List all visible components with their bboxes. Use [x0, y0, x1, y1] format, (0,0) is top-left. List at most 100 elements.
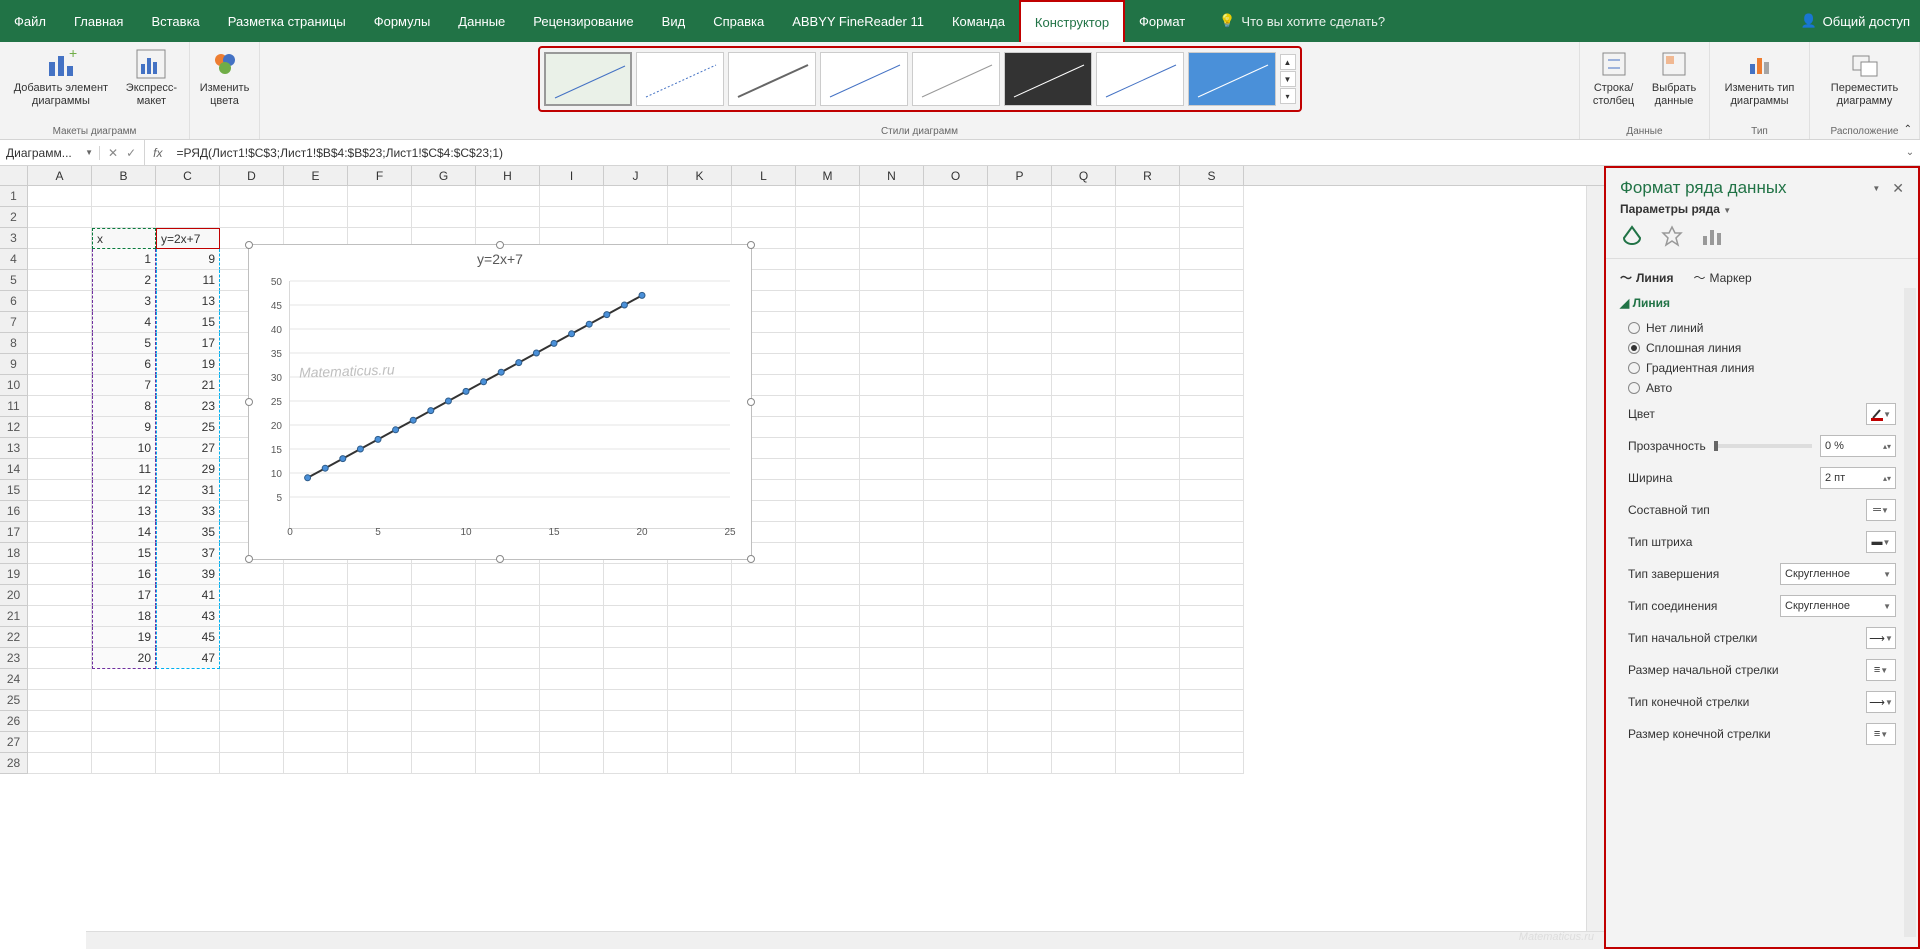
style-thumb-5[interactable]	[912, 52, 1000, 106]
collapse-ribbon-button[interactable]: ⌃	[1904, 124, 1912, 135]
cell[interactable]	[796, 417, 860, 438]
cell[interactable]	[924, 270, 988, 291]
cell[interactable]	[540, 186, 604, 207]
cell[interactable]: 4	[92, 312, 156, 333]
cell[interactable]	[220, 186, 284, 207]
cell[interactable]	[860, 501, 924, 522]
cell[interactable]	[348, 585, 412, 606]
cell[interactable]	[1116, 585, 1180, 606]
chart-handle-se[interactable]	[747, 555, 755, 563]
cell[interactable]: 45	[156, 627, 220, 648]
dash-type-picker[interactable]: ▬▼	[1866, 531, 1896, 553]
row-header[interactable]: 1	[0, 186, 28, 207]
cell[interactable]	[412, 669, 476, 690]
cell[interactable]	[284, 669, 348, 690]
cell[interactable]	[1180, 291, 1244, 312]
cell[interactable]	[924, 711, 988, 732]
cell[interactable]	[1052, 417, 1116, 438]
width-input[interactable]: 2 пт▴▾	[1820, 467, 1896, 489]
cell[interactable]	[796, 291, 860, 312]
cell[interactable]	[924, 396, 988, 417]
cell[interactable]	[796, 312, 860, 333]
col-header-B[interactable]: B	[92, 166, 156, 185]
cell[interactable]	[1180, 627, 1244, 648]
cell[interactable]	[1052, 753, 1116, 774]
cell[interactable]	[1052, 480, 1116, 501]
tab-formulas[interactable]: Формулы	[360, 0, 445, 42]
cell[interactable]	[220, 711, 284, 732]
row-header[interactable]: 11	[0, 396, 28, 417]
cell[interactable]	[1052, 522, 1116, 543]
tab-home[interactable]: Главная	[60, 0, 137, 42]
cell[interactable]	[348, 753, 412, 774]
cell[interactable]	[156, 690, 220, 711]
cell[interactable]	[732, 711, 796, 732]
cell[interactable]	[412, 186, 476, 207]
row-header[interactable]: 6	[0, 291, 28, 312]
cell[interactable]	[668, 186, 732, 207]
cell[interactable]	[28, 606, 92, 627]
join-type-select[interactable]: Скругленное▼	[1780, 595, 1896, 617]
style-thumb-6[interactable]	[1004, 52, 1092, 106]
cell[interactable]	[604, 711, 668, 732]
cell[interactable]	[988, 270, 1052, 291]
cell[interactable]	[732, 186, 796, 207]
cell[interactable]	[860, 585, 924, 606]
cell[interactable]	[860, 753, 924, 774]
embedded-chart[interactable]: y=2x+7 51015202530354045500510152025 Mat…	[248, 244, 752, 560]
row-header[interactable]: 21	[0, 606, 28, 627]
cell[interactable]	[28, 207, 92, 228]
cell[interactable]	[796, 333, 860, 354]
cell[interactable]	[860, 459, 924, 480]
cell[interactable]	[412, 207, 476, 228]
cell[interactable]	[988, 333, 1052, 354]
cell[interactable]	[1180, 354, 1244, 375]
cell[interactable]	[796, 711, 860, 732]
cell[interactable]	[540, 627, 604, 648]
tab-data[interactable]: Данные	[444, 0, 519, 42]
cell[interactable]	[92, 690, 156, 711]
fx-icon[interactable]: fx	[145, 146, 170, 160]
cell[interactable]	[796, 627, 860, 648]
cell[interactable]	[348, 627, 412, 648]
cell[interactable]	[1180, 732, 1244, 753]
cell[interactable]	[860, 249, 924, 270]
cell[interactable]	[1052, 501, 1116, 522]
col-header-I[interactable]: I	[540, 166, 604, 185]
row-header[interactable]: 17	[0, 522, 28, 543]
cell[interactable]	[668, 690, 732, 711]
cell[interactable]: 15	[156, 312, 220, 333]
tab-review[interactable]: Рецензирование	[519, 0, 647, 42]
cell[interactable]: 20	[92, 648, 156, 669]
cell[interactable]	[28, 501, 92, 522]
cell[interactable]	[668, 648, 732, 669]
cell[interactable]	[28, 732, 92, 753]
cell[interactable]	[1116, 753, 1180, 774]
cell[interactable]	[1052, 690, 1116, 711]
change-chart-type-button[interactable]: Изменить тип диаграммы	[1718, 46, 1801, 110]
cell[interactable]	[988, 417, 1052, 438]
pane-scrollbar[interactable]	[1904, 288, 1916, 937]
cell[interactable]	[1180, 438, 1244, 459]
tab-design[interactable]: Конструктор	[1019, 0, 1125, 42]
cell[interactable]: 17	[156, 333, 220, 354]
gallery-up-button[interactable]: ▲	[1280, 54, 1296, 70]
radio-auto-line[interactable]: Авто	[1620, 378, 1904, 398]
cell[interactable]	[860, 354, 924, 375]
cell[interactable]	[668, 606, 732, 627]
cell[interactable]	[540, 606, 604, 627]
cell[interactable]	[1052, 354, 1116, 375]
row-header[interactable]: 2	[0, 207, 28, 228]
cell[interactable]	[668, 711, 732, 732]
cell[interactable]	[796, 207, 860, 228]
col-header-S[interactable]: S	[1180, 166, 1244, 185]
cell[interactable]	[1180, 606, 1244, 627]
cell[interactable]	[924, 732, 988, 753]
cell[interactable]	[540, 690, 604, 711]
cell[interactable]	[1052, 438, 1116, 459]
cell[interactable]	[284, 711, 348, 732]
cell[interactable]	[860, 522, 924, 543]
cancel-formula-button[interactable]: ✕	[108, 146, 118, 160]
tab-file[interactable]: Файл	[0, 0, 60, 42]
cell[interactable]	[28, 585, 92, 606]
